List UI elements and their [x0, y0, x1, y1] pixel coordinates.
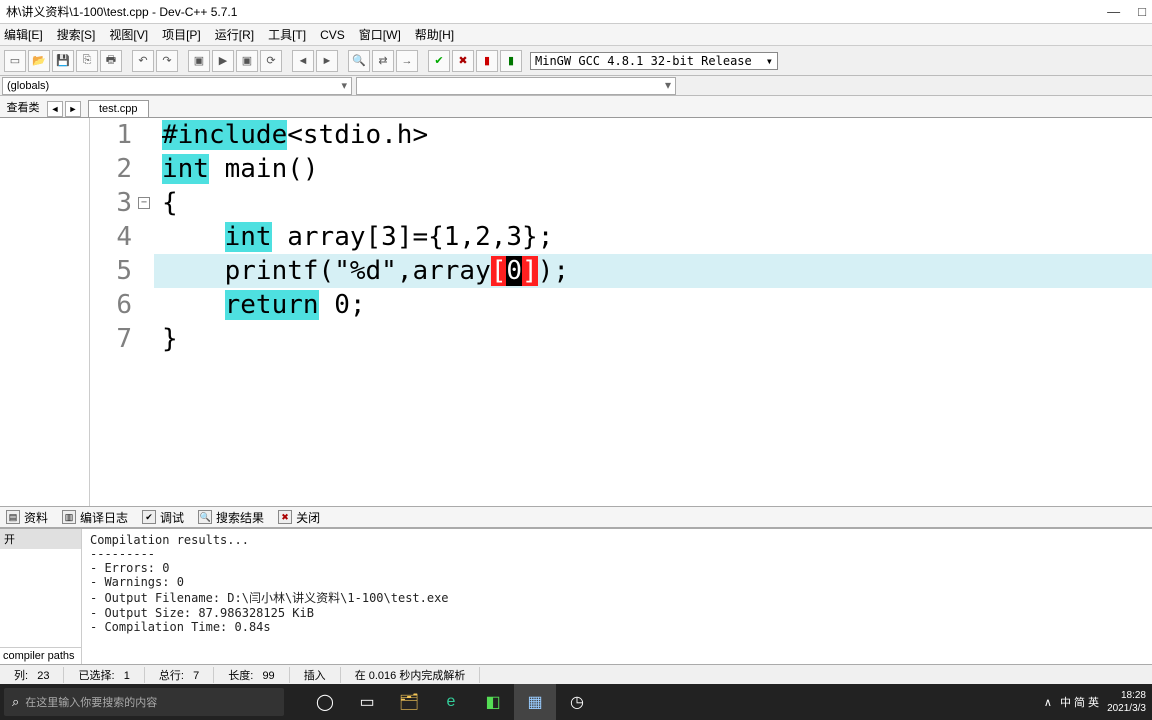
menu-run[interactable]: 运行[R]	[215, 26, 254, 43]
line-gutter: 123 456 7	[90, 118, 138, 356]
ime-indicator[interactable]: 中 简 英	[1060, 694, 1099, 710]
menu-edit[interactable]: 编辑[E]	[4, 26, 43, 43]
scope-select[interactable]: (globals)	[2, 77, 352, 95]
status-bar: 列: 23 已选择: 1 总行: 7 长度: 99 插入 在 0.016 秒内完…	[0, 664, 1152, 684]
tab-close[interactable]: ✖关闭	[278, 509, 320, 526]
debug-panel-icon: ✔	[142, 510, 156, 524]
profile-icon[interactable]: ▮	[476, 50, 498, 72]
task-view-icon[interactable]: ◯	[304, 684, 346, 720]
search-results-icon: 🔍	[198, 510, 212, 524]
clock-app-icon[interactable]: ◷	[556, 684, 598, 720]
compiler-select[interactable]: MinGW GCC 4.8.1 32-bit Release	[530, 52, 778, 70]
status-total-lines: 总行: 7	[145, 667, 214, 683]
maximize-button[interactable]: □	[1138, 4, 1146, 19]
stats-icon[interactable]: ▮	[500, 50, 522, 72]
open-file-icon[interactable]: 📂	[28, 50, 50, 72]
menu-window[interactable]: 窗口[W]	[359, 26, 401, 43]
tab-compile-log[interactable]: ▥编译日志	[62, 509, 128, 526]
tab-prev-icon[interactable]: ◄	[47, 101, 63, 117]
status-length: 长度: 99	[214, 667, 289, 683]
save-all-icon[interactable]: ⎘	[76, 50, 98, 72]
tab-search-results[interactable]: 🔍搜索结果	[198, 509, 264, 526]
rebuild-icon[interactable]: ⟳	[260, 50, 282, 72]
fold-icon[interactable]: −	[138, 197, 150, 209]
class-browser[interactable]	[0, 118, 90, 506]
main-area: 123 456 7 − #include<stdio.h> int main()…	[0, 118, 1152, 506]
debug-icon[interactable]: ✔	[428, 50, 450, 72]
class-view-tab[interactable]: 查看类	[0, 99, 46, 115]
toolbar: ▭ 📂 💾 ⎘ 🖶 ↶ ↷ ▣ ▶ ▣ ⟳ ◄ ► 🔍 ⇄ → ✔ ✖ ▮ ▮ …	[0, 46, 1152, 76]
edge-icon[interactable]: e	[430, 684, 472, 720]
status-col: 列: 23	[0, 667, 64, 683]
stop-icon[interactable]: ✖	[452, 50, 474, 72]
taskbar-search[interactable]: ⌕ 在这里输入你要搜索的内容	[4, 688, 284, 716]
tray-expand-icon[interactable]: ∧	[1044, 696, 1052, 709]
windows-taskbar: ⌕ 在这里输入你要搜索的内容 ◯ ▭ 🗂 e ◧ ▦ ◷ ∧ 中 简 英 18:…	[0, 684, 1152, 720]
compiler-paths-label[interactable]: compiler paths	[0, 647, 81, 664]
print-icon[interactable]: 🖶	[100, 50, 122, 72]
forward-icon[interactable]: ►	[316, 50, 338, 72]
menu-project[interactable]: 项目[P]	[162, 26, 201, 43]
wechat-icon[interactable]: ◧	[472, 684, 514, 720]
window-title: 林\讲义资料\1-100\test.cpp - Dev-C++ 5.7.1	[6, 3, 1107, 20]
scope-row: (globals)	[0, 76, 1152, 96]
tab-resources[interactable]: ▤资料	[6, 509, 48, 526]
clock[interactable]: 18:28 2021/3/3	[1107, 689, 1146, 715]
menu-cvs[interactable]: CVS	[320, 28, 345, 42]
status-mode: 插入	[290, 667, 341, 683]
back-icon[interactable]: ◄	[292, 50, 314, 72]
compile-icon[interactable]: ▣	[188, 50, 210, 72]
close-panel-icon: ✖	[278, 510, 292, 524]
minimize-button[interactable]: —	[1107, 4, 1120, 19]
save-icon[interactable]: 💾	[52, 50, 74, 72]
file-explorer-icon[interactable]: 🗂	[388, 684, 430, 720]
bottom-tab-bar: ▤资料 ▥编译日志 ✔调试 🔍搜索结果 ✖关闭	[0, 506, 1152, 528]
menu-bar: 编辑[E] 搜索[S] 视图[V] 项目[P] 运行[R] 工具[T] CVS …	[0, 24, 1152, 46]
tabs-row: 查看类 ◄ ► test.cpp	[0, 96, 1152, 118]
status-selected: 已选择: 1	[64, 667, 144, 683]
find-icon[interactable]: 🔍	[348, 50, 370, 72]
search-icon: ⌕	[12, 694, 19, 710]
file-tab-test[interactable]: test.cpp	[88, 100, 149, 117]
output-panel: 开 compiler paths Compilation results... …	[0, 528, 1152, 664]
resources-icon: ▤	[6, 510, 20, 524]
compile-output[interactable]: Compilation results... --------- - Error…	[82, 529, 1152, 664]
redo-icon[interactable]: ↷	[156, 50, 178, 72]
search-placeholder: 在这里输入你要搜索的内容	[25, 694, 157, 710]
taskbar-app-1[interactable]: ▭	[346, 684, 388, 720]
member-select[interactable]	[356, 77, 676, 95]
undo-icon[interactable]: ↶	[132, 50, 154, 72]
compile-run-icon[interactable]: ▣	[236, 50, 258, 72]
log-side-header[interactable]: 开	[0, 529, 81, 549]
devcpp-icon[interactable]: ▦	[514, 684, 556, 720]
status-parse: 在 0.016 秒内完成解析	[341, 667, 481, 683]
replace-icon[interactable]: ⇄	[372, 50, 394, 72]
menu-search[interactable]: 搜索[S]	[57, 26, 96, 43]
menu-tools[interactable]: 工具[T]	[268, 26, 306, 43]
menu-help[interactable]: 帮助[H]	[415, 26, 454, 43]
log-icon: ▥	[62, 510, 76, 524]
tab-next-icon[interactable]: ►	[65, 101, 81, 117]
tab-debug[interactable]: ✔调试	[142, 509, 184, 526]
goto-icon[interactable]: →	[396, 50, 418, 72]
code-content[interactable]: #include<stdio.h> int main() { int array…	[154, 118, 1152, 356]
system-tray[interactable]: ∧ 中 简 英 18:28 2021/3/3	[1044, 689, 1152, 715]
new-file-icon[interactable]: ▭	[4, 50, 26, 72]
code-editor[interactable]: 123 456 7 − #include<stdio.h> int main()…	[90, 118, 1152, 506]
title-bar: 林\讲义资料\1-100\test.cpp - Dev-C++ 5.7.1 — …	[0, 0, 1152, 24]
run-icon[interactable]: ▶	[212, 50, 234, 72]
menu-view[interactable]: 视图[V]	[109, 26, 148, 43]
